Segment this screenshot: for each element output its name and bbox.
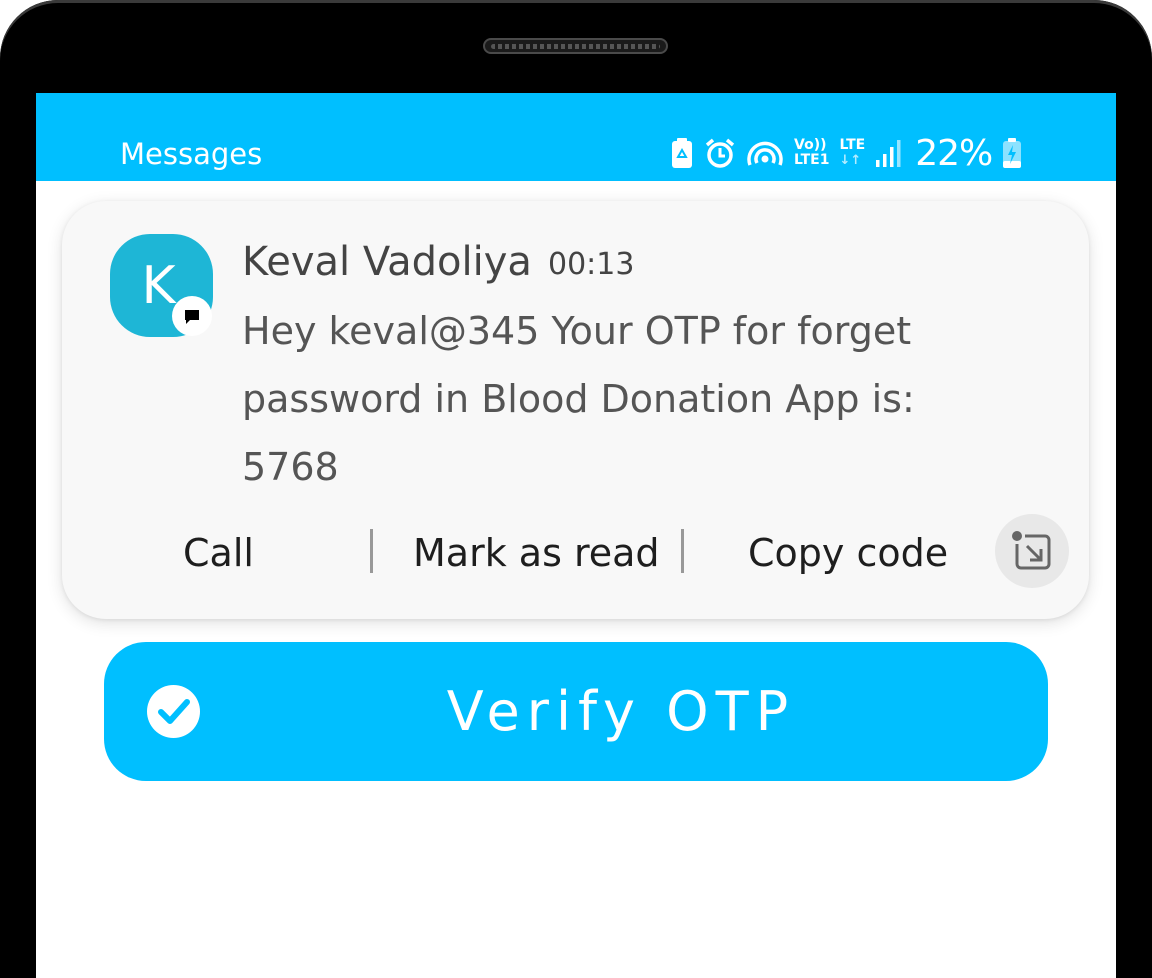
battery-saver-icon bbox=[670, 137, 694, 169]
data-arrows: ↓↑ bbox=[839, 153, 862, 168]
volte-icon: Vo)) LTE1 bbox=[794, 138, 829, 168]
message-badge-icon bbox=[172, 296, 212, 336]
lte1-label: LTE1 bbox=[794, 152, 830, 168]
speaker-grille bbox=[491, 44, 660, 49]
status-icons: Vo)) LTE1 LTE ↓↑ 22% bbox=[670, 132, 1022, 174]
action-divider bbox=[681, 529, 684, 573]
battery-charging-icon bbox=[1002, 137, 1022, 169]
battery-percent: 22% bbox=[915, 132, 993, 174]
lte-label: LTE bbox=[839, 137, 866, 153]
signal-icon bbox=[875, 138, 903, 168]
expand-arrow-icon bbox=[1012, 531, 1051, 570]
phone-speaker bbox=[483, 38, 668, 54]
verify-otp-label: Verify OTP bbox=[446, 680, 796, 743]
sender-name: Keval Vadoliya bbox=[242, 239, 532, 285]
status-bar: Messages Vo)) LTE1 LTE ↓↑ 22% bbox=[36, 93, 1116, 181]
message-body: Hey keval@345 Your OTP for forget passwo… bbox=[242, 309, 915, 489]
lte-data-icon: LTE ↓↑ bbox=[839, 137, 866, 169]
action-divider bbox=[370, 529, 373, 573]
expand-button[interactable] bbox=[995, 514, 1069, 588]
status-app-name: Messages bbox=[120, 137, 263, 171]
message-time: 00:13 bbox=[548, 247, 635, 282]
copy-code-button[interactable]: Copy code bbox=[748, 531, 948, 575]
alarm-icon bbox=[704, 137, 736, 169]
hotspot-icon bbox=[746, 137, 784, 169]
mark-as-read-button[interactable]: Mark as read bbox=[413, 531, 660, 575]
phone-frame: Messages Vo)) LTE1 LTE ↓↑ 22% K Keval Va… bbox=[0, 0, 1152, 978]
otp-notification-card[interactable]: K Keval Vadoliya 00:13 Hey keval@345 You… bbox=[62, 201, 1089, 619]
volte-label: Vo)) bbox=[794, 137, 827, 153]
verify-otp-button[interactable]: Verify OTP bbox=[104, 642, 1048, 781]
call-button[interactable]: Call bbox=[183, 531, 254, 575]
